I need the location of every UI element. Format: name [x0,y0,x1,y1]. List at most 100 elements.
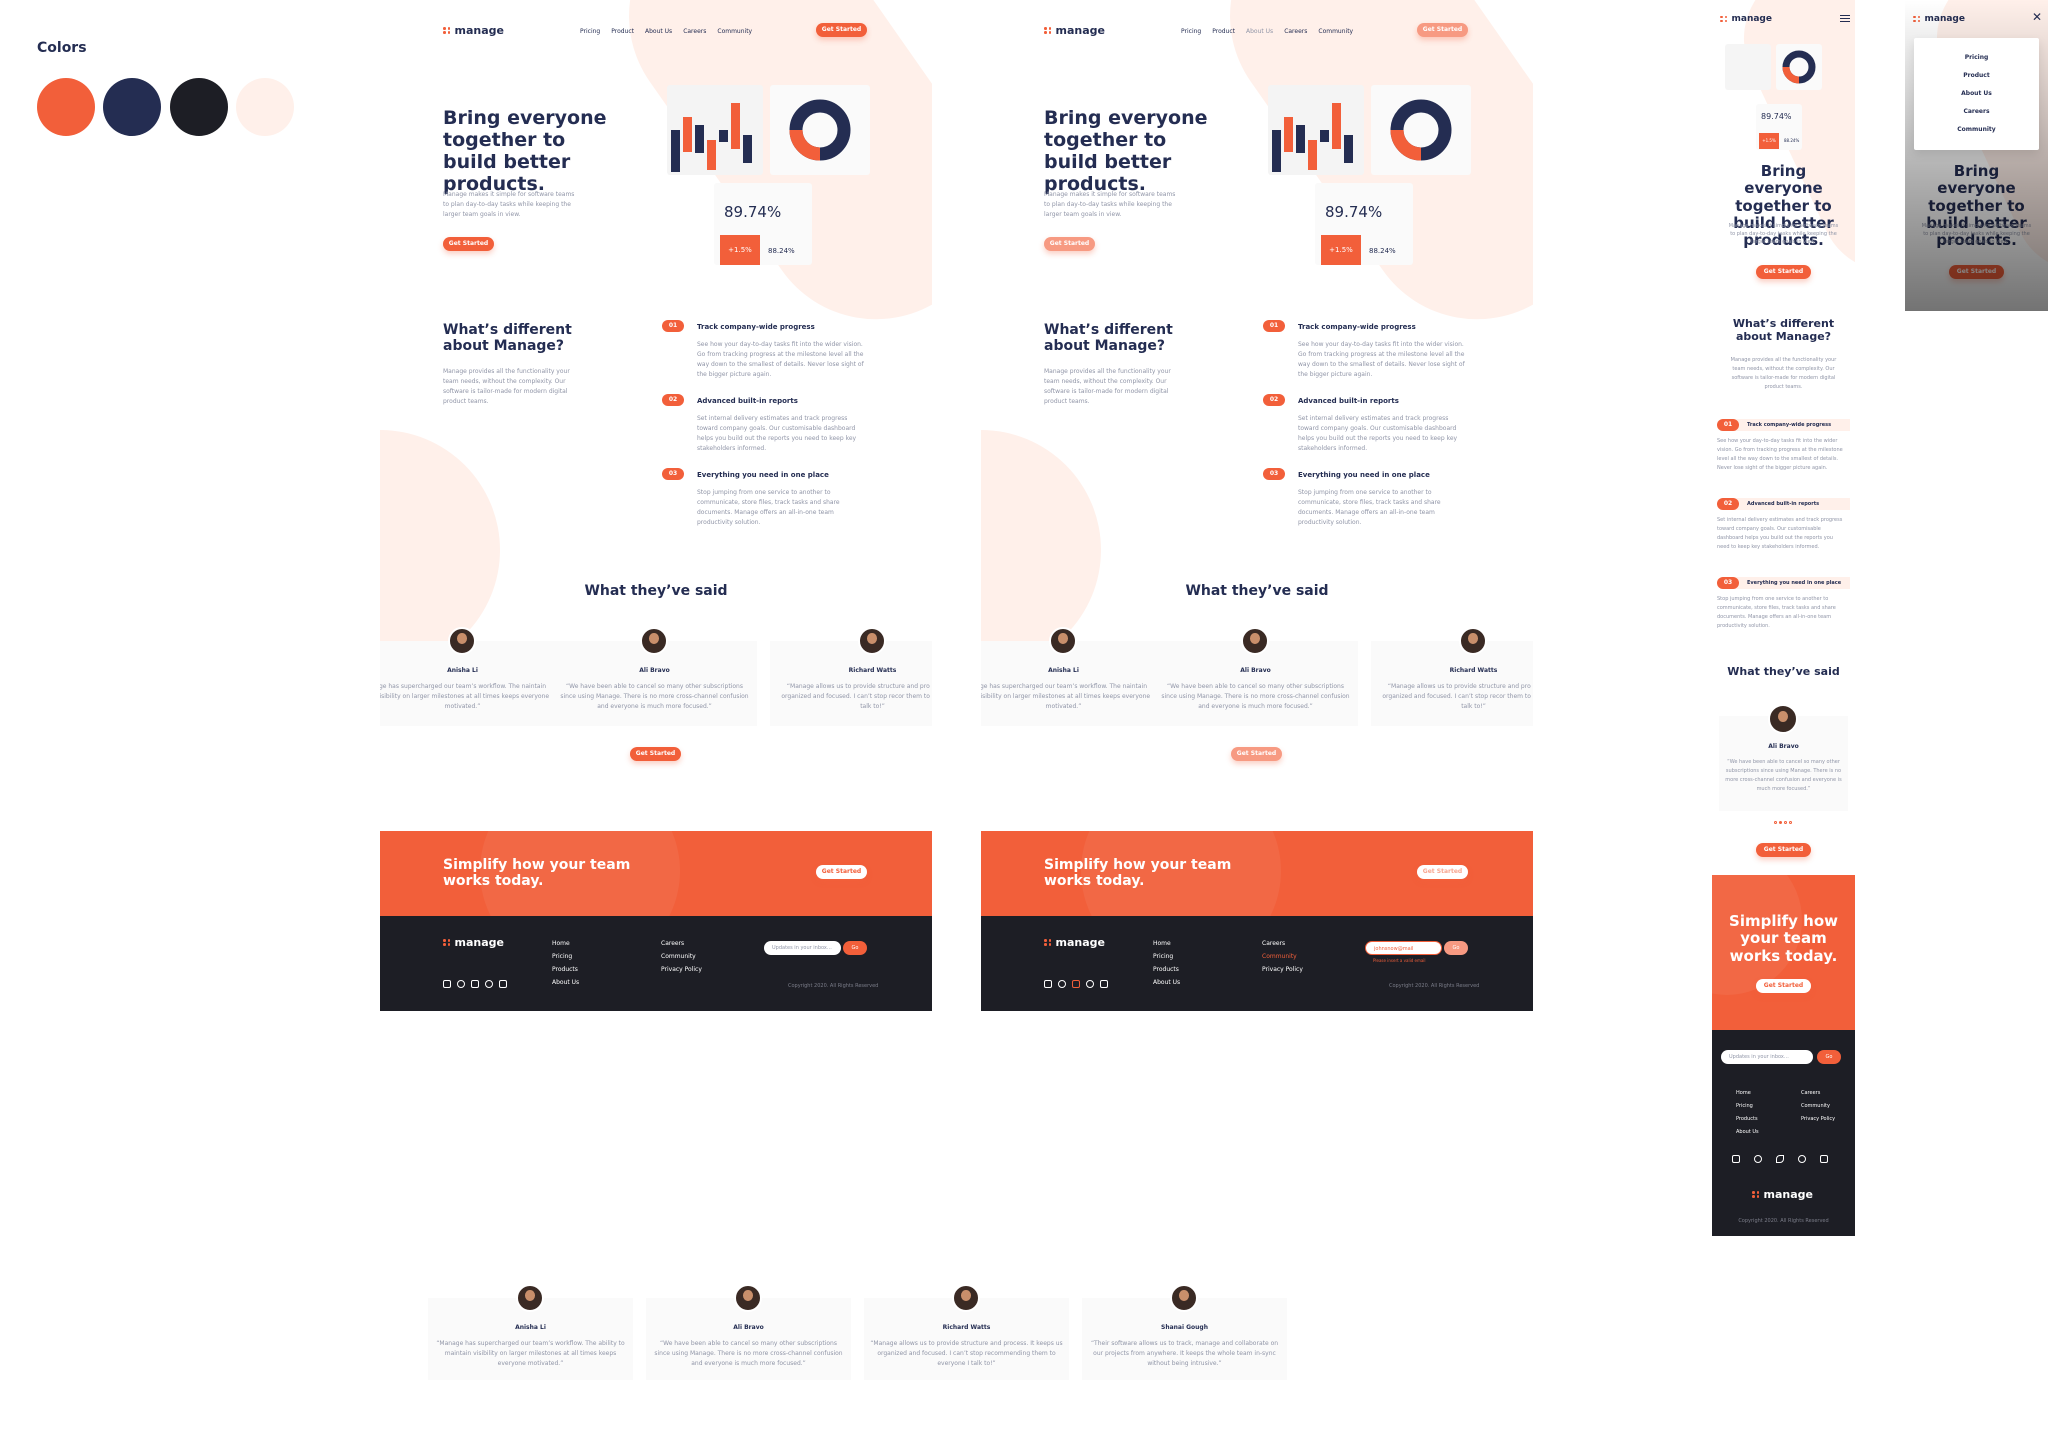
testimonials-cta-button[interactable]: Get Started [630,747,681,761]
cta-button[interactable]: Get Started [1417,865,1468,879]
hero-cta-button[interactable]: Get Started [1044,237,1095,251]
mobile-footer-link[interactable]: About Us [1736,1129,1759,1135]
pinterest-icon[interactable] [1086,980,1094,988]
footer-link-privacy-policy[interactable]: Privacy Policy [661,966,702,973]
footer-link-community[interactable]: Community [661,953,696,960]
mobile-testimonial-name: Ali Bravo [1768,743,1799,750]
testimonials-cta-button[interactable]: Get Started [1231,747,1282,761]
mobile-logo[interactable]: manage [1720,14,1772,24]
facebook-icon[interactable] [1732,1155,1740,1163]
go-button[interactable]: Go [1444,941,1468,955]
nav-cta-button[interactable]: Get Started [816,23,867,37]
mobile-footer: Updates in your inbox… Go Home Pricing Pro… [1712,1030,1855,1236]
pinterest-icon[interactable] [485,980,493,988]
footer-link-pricing[interactable]: Pricing [1153,953,1173,960]
logo-text: manage [1055,936,1105,949]
footer-link-about-us[interactable]: About Us [1153,979,1180,986]
mobile-footer-link[interactable]: Privacy Policy [1801,1116,1835,1122]
footer-logo[interactable]: manage [443,936,504,949]
close-icon[interactable]: ✕ [2032,10,2042,24]
menu-item-about-us[interactable]: About Us [1914,90,2039,97]
chart-bar [1284,117,1293,152]
mobile-hero-cta[interactable]: Get Started [1756,265,1811,279]
logo-mark-icon [443,27,451,34]
testimonial-quote: “Manage allows us to provide structure a… [870,1340,1063,1367]
chart-bar [671,130,680,172]
mobile-email-input[interactable]: Updates in your inbox… [1721,1050,1813,1064]
menu-item-careers[interactable]: Careers [1914,108,2039,115]
nav-link-community[interactable]: Community [1318,28,1353,35]
mobile-frame: manage 89.74% +1.5% 88.24% Bring everyon… [1712,0,1855,1236]
logo-text: manage [454,24,504,37]
facebook-icon[interactable] [1044,980,1052,988]
logo-text: manage [454,936,504,949]
nav-link-pricing[interactable]: Pricing [1181,28,1201,35]
pinterest-icon[interactable] [1798,1155,1806,1163]
twitter-icon[interactable] [1072,980,1080,988]
nav-link-careers[interactable]: Careers [683,28,706,35]
nav-link-careers[interactable]: Careers [1284,28,1307,35]
mobile-footer-link[interactable]: Products [1736,1116,1758,1122]
hero-cta-button[interactable]: Get Started [443,237,494,251]
footer-link-products[interactable]: Products [552,966,578,973]
twitter-icon[interactable] [1776,1155,1784,1163]
mobile-feature-number-3: 03 [1717,577,1739,589]
footer-link-products[interactable]: Products [1153,966,1179,973]
feature-number-2: 02 [662,394,684,406]
mobile-footer-logo[interactable]: manage [1752,1188,1813,1201]
footer-link-pricing[interactable]: Pricing [552,953,572,960]
chart-bar [731,103,740,149]
mobile-footer-link[interactable]: Careers [1801,1090,1820,1096]
nav-link-product[interactable]: Product [611,28,634,35]
footer-link-careers[interactable]: Careers [1262,940,1285,947]
testimonial-name: Richard Watts [848,667,897,674]
youtube-icon[interactable] [1754,1155,1762,1163]
chart-bar [683,117,692,152]
nav-link-community[interactable]: Community [717,28,752,35]
footer-link-home[interactable]: Home [1153,940,1171,947]
go-button[interactable]: Go [843,941,867,955]
chart-bar [1296,125,1305,153]
nav-cta-button[interactable]: Get Started [1417,23,1468,37]
footer-link-careers[interactable]: Careers [661,940,684,947]
email-input[interactable]: johnsnow@mail [1365,941,1442,955]
logo[interactable]: manage [443,24,504,37]
mobile-footer-link[interactable]: Community [1801,1103,1830,1109]
twitter-icon[interactable] [471,980,479,988]
instagram-icon[interactable] [499,980,507,988]
footer-link-community[interactable]: Community [1262,953,1297,960]
nav-link-pricing[interactable]: Pricing [580,28,600,35]
menu-item-product[interactable]: Product [1914,72,2039,79]
nav-link-about-us[interactable]: About Us [1246,28,1273,35]
testimonial-card: Anisha Li ge has supercharged our team’s … [981,627,1166,726]
donut-chart-icon [789,99,851,161]
mobile-footer-link[interactable]: Home [1736,1090,1751,1096]
menu-item-pricing[interactable]: Pricing [1914,54,2039,61]
footer-link-about-us[interactable]: About Us [552,979,579,986]
mobile-footer-link[interactable]: Pricing [1736,1103,1753,1109]
footer-link-privacy-policy[interactable]: Privacy Policy [1262,966,1303,973]
logo[interactable]: manage [1044,24,1105,37]
mobile-cta-title: Simplify how your team works today. [1729,912,1838,965]
feature-number-3: 03 [1263,468,1285,480]
email-input[interactable]: Updates in your inbox… [764,941,841,955]
social-icons [1044,980,1108,988]
instagram-icon[interactable] [1100,980,1108,988]
menu-item-community[interactable]: Community [1914,126,2039,133]
footer-link-home[interactable]: Home [552,940,570,947]
carousel-dots[interactable] [1774,821,1792,824]
color-swatch-orange [37,78,95,136]
facebook-icon[interactable] [443,980,451,988]
hamburger-icon[interactable] [1840,15,1850,22]
footer-logo[interactable]: manage [1044,936,1105,949]
youtube-icon[interactable] [457,980,465,988]
instagram-icon[interactable] [1820,1155,1828,1163]
nav-link-about-us[interactable]: About Us [645,28,672,35]
mobile-cta-button[interactable]: Get Started [1756,979,1811,993]
cta-button[interactable]: Get Started [816,865,867,879]
mobile-testimonials-cta[interactable]: Get Started [1756,843,1811,857]
youtube-icon[interactable] [1058,980,1066,988]
nav-link-product[interactable]: Product [1212,28,1235,35]
mobile-go-button[interactable]: Go [1817,1050,1841,1064]
feature-text-1: See how your day-to-day tasks fit into t… [1298,341,1465,378]
